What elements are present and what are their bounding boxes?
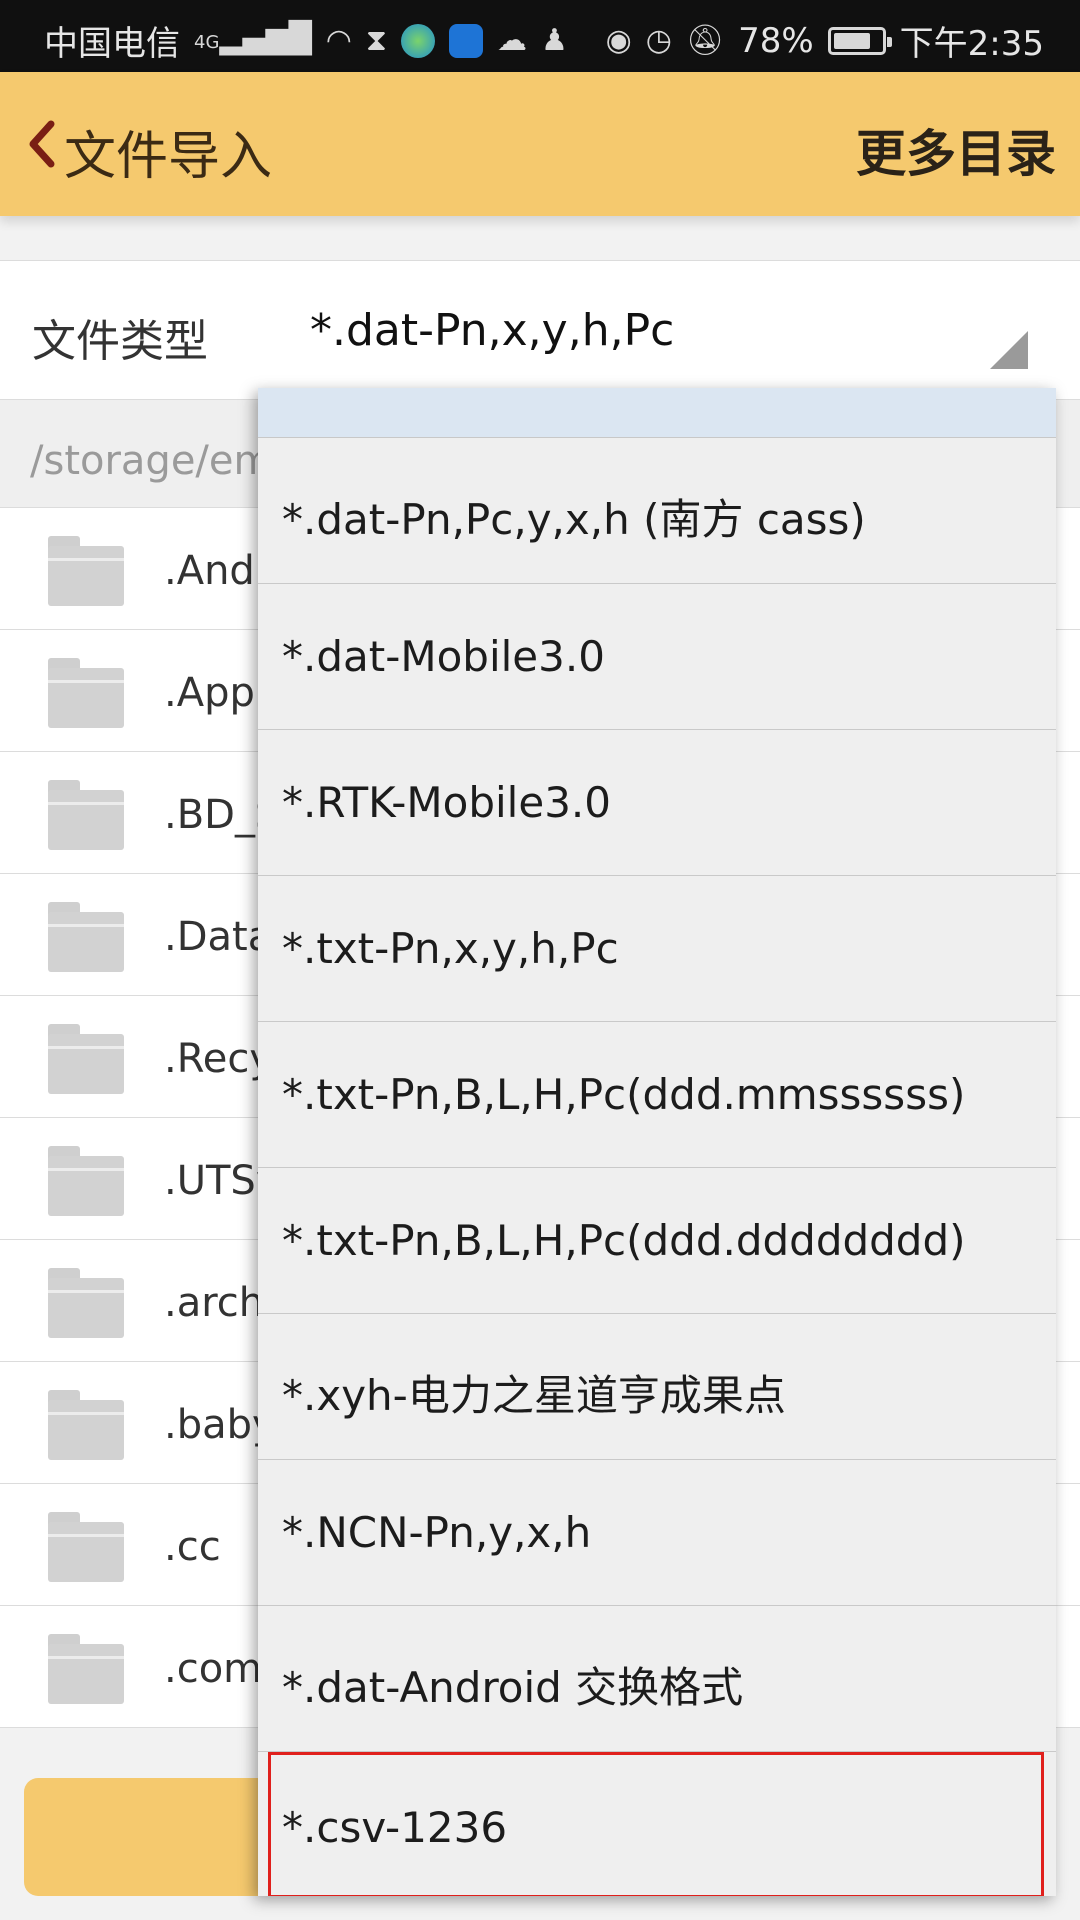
signal-icon: 4G▂▄▆█ [194,20,312,56]
clock: 下午2:35 [899,24,1044,64]
dropdown-option[interactable]: *.txt-Pn,x,y,h,Pc [258,876,1056,1022]
dropdown-option-csv-highlighted[interactable]: *.csv-1236 [268,1752,1044,1896]
status-bar: 中国电信 4G▂▄▆█ ◠ ⧗ ☁ ♟ ◉ ◷ 🔕︎ 78% 下午2:35 [0,0,1080,72]
more-directories-button[interactable]: 更多目录 [856,114,1056,186]
dropdown-option[interactable]: *.dat-Pn,Pc,y,x,h (南方 cass) [258,438,1056,584]
dropdown-option-label: *.RTK-Mobile3.0 [282,778,611,827]
chevron-left-icon [29,120,55,168]
battery-fill [833,32,870,49]
dropdown-option[interactable]: *.RTK-Mobile3.0 [258,730,1056,876]
dropdown-option-label: *.dat-Mobile3.0 [282,632,605,681]
folder-icon [48,1024,124,1094]
back-button[interactable] [14,108,70,180]
file-name: .arch [164,1280,265,1326]
folder-icon [48,658,124,728]
dropdown-option-label: *.NCN-Pn,y,x,h [282,1508,592,1557]
battery-percent: 78% [738,20,814,61]
dropdown-option-label: *.txt-Pn,B,L,H,Pc(ddd.mmssssss) [282,1070,966,1119]
browser-app-icon [400,23,435,58]
dropdown-option-label: *.dat-Android 交换格式 [282,1663,744,1712]
dropdown-option[interactable]: *.dat-Mobile3.0 [258,584,1056,730]
folder-icon [48,1268,124,1338]
folder-icon [48,1390,124,1460]
folder-icon [48,1634,124,1704]
dropdown-option-label: *.txt-Pn,B,L,H,Pc(ddd.dddddddd) [282,1216,966,1265]
dropdown-option-label: *.csv-1236 [282,1803,508,1852]
dropdown-option-label: *.dat-Pn,Pc,y,x,h (南方 cass) [282,495,866,544]
dropdown-option[interactable]: *.xyh-电力之星道亨成果点 [258,1314,1056,1460]
alarm-icon: ◷ [645,22,672,58]
folder-icon [48,780,124,850]
dropdown-option[interactable]: *.txt-Pn,B,L,H,Pc(ddd.dddddddd) [258,1168,1056,1314]
file-name: .Data [164,914,273,960]
file-type-label: 文件类型 [32,316,208,367]
mute-bell-icon: 🔕︎ [685,22,725,58]
wifi-icon: ◠ [325,22,352,58]
folder-icon [48,536,124,606]
folder-icon [48,902,124,972]
dropdown-option-label: *.txt-Pn,x,y,h,Pc [282,924,619,973]
folder-icon [48,1512,124,1582]
file-name: .Appl [164,670,266,716]
app-bar: 文件导入 更多目录 [0,72,1080,216]
dropdown-selected-option[interactable] [258,388,1056,438]
shield-app-icon [448,23,483,58]
battery-icon [827,26,892,55]
page-title: 文件导入 [64,127,273,187]
dropdown-option[interactable]: *.txt-Pn,B,L,H,Pc(ddd.mmssssss) [258,1022,1056,1168]
current-path: /storage/em [30,438,273,484]
dropdown-arrow-icon[interactable] [990,331,1028,369]
file-name: .Recy [164,1036,273,1082]
eye-icon: ◉ [605,22,632,58]
file-name: .com [164,1646,263,1692]
dropdown-option-label: *.xyh-电力之星道亨成果点 [282,1371,786,1420]
file-type-dropdown: *.dat-Pn,Pc,y,x,h (南方 cass) *.dat-Mobile… [258,388,1056,1896]
hourglass-icon: ⧗ [365,22,387,58]
file-name: .cc [164,1524,221,1570]
dropdown-option[interactable]: *.NCN-Pn,y,x,h [258,1460,1056,1606]
qq-icon: ♟ [540,22,568,58]
file-name: .Andr [164,548,272,594]
file-type-row: 文件类型 *.dat-Pn,x,y,h,Pc [0,260,1080,400]
folder-icon [48,1146,124,1216]
file-type-select[interactable]: *.dat-Pn,x,y,h,Pc [310,305,674,356]
carrier-label: 中国电信 [44,24,180,64]
network-type-label: 4G [194,31,220,53]
cloud-icon: ☁ [496,22,527,58]
dropdown-option[interactable]: *.dat-Android 交换格式 [258,1606,1056,1752]
